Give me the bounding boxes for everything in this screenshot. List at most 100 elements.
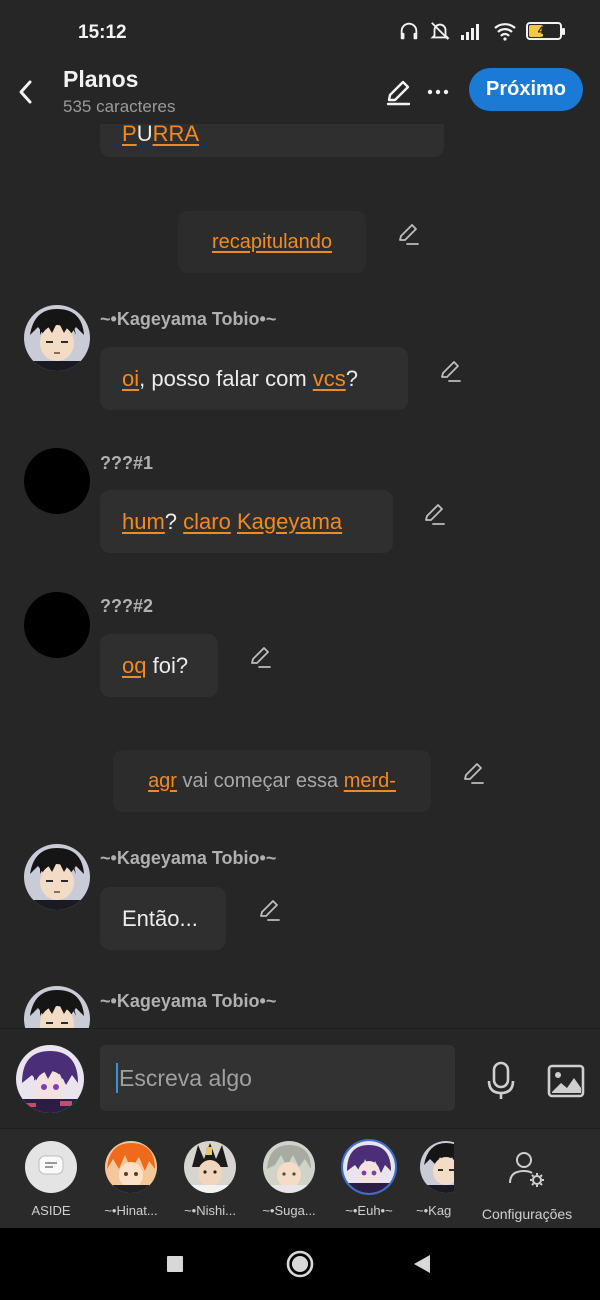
character-label: ~•Nishi... — [184, 1203, 236, 1218]
narration-text: vai começar essa — [176, 769, 344, 792]
word-highlight[interactable]: merd- — [344, 770, 396, 793]
aside-avatar — [25, 1141, 77, 1193]
image-icon — [547, 1064, 585, 1098]
character-hinata[interactable]: ~•Hinat... — [96, 1141, 166, 1218]
message-bubble-top[interactable]: P U RRA — [100, 124, 444, 157]
word-highlight[interactable]: claro — [183, 509, 231, 535]
character-sugawara[interactable]: ~•Suga... — [254, 1141, 324, 1218]
edit-button[interactable] — [380, 74, 416, 110]
nishinoya-avatar — [184, 1141, 236, 1193]
user-settings-icon — [509, 1152, 544, 1187]
microphone-icon — [487, 1061, 515, 1099]
word-highlight[interactable]: agr — [148, 770, 177, 793]
signal-icon — [461, 24, 479, 40]
word-highlight[interactable]: RRA — [153, 124, 199, 147]
character-euh[interactable]: ~•Euh•~ — [334, 1141, 404, 1218]
pencil-icon — [464, 763, 484, 784]
more-icon — [427, 89, 449, 95]
avatar-kageyama[interactable] — [24, 305, 90, 371]
word-highlight[interactable]: oq — [122, 653, 146, 679]
character-label: ~•Hinat... — [104, 1203, 158, 1218]
back-button[interactable] — [10, 72, 40, 112]
pencil-icon — [386, 80, 411, 106]
message-input[interactable]: Escreva algo — [100, 1045, 455, 1111]
message-bubble[interactable]: hum? claro Kageyama — [100, 490, 393, 553]
message-text: ? — [345, 365, 359, 391]
sugawara-avatar — [263, 1141, 315, 1193]
word-highlight[interactable]: oi — [122, 366, 139, 392]
word-highlight[interactable]: Kageyama — [237, 509, 342, 535]
avatar-kageyama[interactable] — [24, 844, 90, 910]
text-caret — [116, 1063, 118, 1093]
message-text: Então... — [122, 905, 198, 931]
avatar-unknown-1[interactable] — [24, 448, 90, 514]
headphones-icon — [400, 22, 418, 40]
edit-message-button[interactable] — [421, 501, 447, 527]
status-bar: 15:12 47 — [0, 0, 600, 62]
pencil-icon — [441, 361, 461, 382]
microphone-button[interactable] — [483, 1061, 519, 1101]
message-bubble[interactable]: Então... — [100, 887, 226, 950]
recents-button[interactable] — [157, 1246, 193, 1282]
avatar-unknown-2[interactable] — [24, 592, 90, 658]
input-placeholder-first: E — [119, 1064, 135, 1091]
word-highlight[interactable]: P — [122, 124, 137, 147]
pencil-icon — [425, 504, 445, 525]
character-label: ~•Kag — [416, 1203, 452, 1218]
edit-message-button[interactable] — [256, 897, 282, 923]
narration-bubble[interactable]: recapitulando — [178, 211, 366, 273]
page-title: Planos — [63, 66, 139, 92]
next-button[interactable]: Próximo — [469, 68, 583, 111]
settings-button[interactable]: Configurações — [474, 1149, 580, 1222]
battery-icon: 47 — [526, 22, 565, 40]
character-label: ASIDE — [31, 1203, 71, 1218]
bell-muted-icon — [430, 22, 450, 40]
edit-message-button[interactable] — [395, 221, 421, 247]
edit-message-button[interactable] — [460, 760, 486, 786]
character-name: ~•Kageyama Tobio•~ — [100, 848, 277, 868]
triangle-back-icon — [414, 1255, 430, 1273]
message-text: ? — [164, 508, 184, 534]
hinata-avatar — [105, 1141, 157, 1193]
pencil-icon — [251, 647, 271, 668]
image-button[interactable] — [546, 1061, 586, 1101]
edit-message-button[interactable] — [437, 358, 463, 384]
square-icon — [167, 1256, 183, 1272]
message-text: , posso falar com — [139, 365, 313, 391]
header: Planos 535 caracteres Próximo — [0, 62, 600, 124]
avatar-kageyama[interactable] — [24, 986, 90, 1028]
character-label: ~•Suga... — [262, 1203, 316, 1218]
character-bar: ASIDE ~•Hinat... ~•Nishi... ~•Suga... ~•… — [0, 1128, 600, 1228]
message-text: foi? — [146, 652, 189, 678]
home-button[interactable] — [282, 1246, 318, 1282]
more-options-button[interactable] — [422, 74, 454, 110]
home-circle-icon — [286, 1250, 314, 1278]
narration-bubble[interactable]: agr vai começar essa merd- — [113, 750, 431, 812]
status-time: 15:12 — [78, 22, 127, 43]
character-name: ~•Kageyama Tobio•~ — [100, 309, 277, 329]
character-label: ~•Euh•~ — [345, 1203, 393, 1218]
selected-character-avatar[interactable] — [16, 1045, 84, 1113]
character-aside[interactable]: ASIDE — [16, 1141, 86, 1218]
character-name: ???#2 — [100, 596, 154, 616]
word-highlight[interactable]: hum — [122, 509, 165, 535]
battery-text: 47 — [537, 25, 551, 37]
edit-message-button[interactable] — [247, 644, 273, 670]
word-highlight[interactable]: vcs — [313, 366, 346, 392]
character-count: 535 caracteres — [63, 97, 176, 116]
message-bubble[interactable]: oi, posso falar com vcs? — [100, 347, 408, 410]
input-placeholder: screva algo — [134, 1064, 252, 1091]
chevron-left-icon — [19, 80, 32, 104]
chat-area[interactable]: P U RRA recapitulando ~•Kageyama Tobio•~ o… — [0, 124, 600, 1028]
chat-bubble-icon — [38, 1155, 64, 1175]
composer: Escreva algo — [0, 1028, 600, 1128]
system-nav-bar — [0, 1228, 600, 1300]
character-name: ~•Kageyama Tobio•~ — [100, 991, 277, 1011]
status-icons: 47 — [398, 20, 565, 42]
back-nav-button[interactable] — [404, 1246, 440, 1282]
pencil-icon — [260, 900, 280, 921]
character-kageyama[interactable]: ~•Kag — [412, 1141, 454, 1218]
narration-text[interactable]: recapitulando — [212, 231, 332, 254]
character-nishinoya[interactable]: ~•Nishi... — [175, 1141, 245, 1218]
message-bubble[interactable]: oq foi? — [100, 634, 218, 697]
